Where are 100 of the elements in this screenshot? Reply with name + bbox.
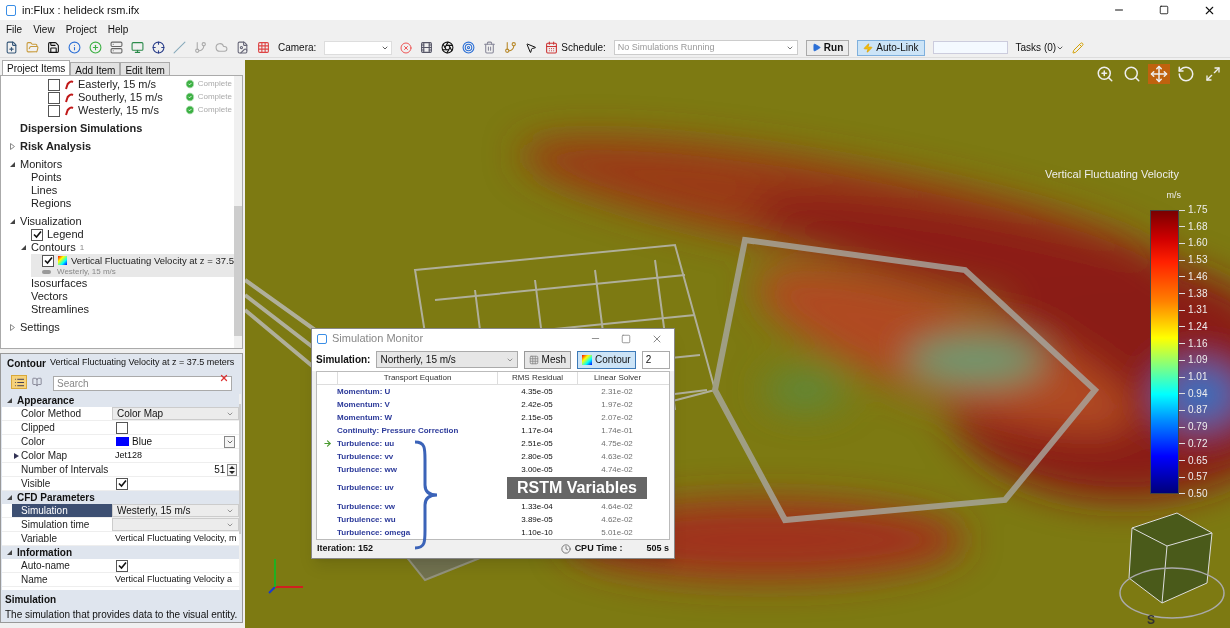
delete-icon[interactable] xyxy=(400,41,413,54)
checkbox[interactable] xyxy=(48,104,60,117)
calendar-icon[interactable] xyxy=(545,41,559,54)
column-header[interactable]: RMS Residual xyxy=(497,372,577,385)
count-field[interactable]: 2 xyxy=(641,350,670,369)
property-name-cell[interactable]: Variable xyxy=(12,532,112,545)
property-name-cell[interactable]: Color Method xyxy=(12,407,112,420)
scale-tick-label: 1.38 xyxy=(1188,287,1208,300)
scale-tick xyxy=(1179,293,1185,294)
mesh-toggle[interactable]: Mesh xyxy=(523,350,572,369)
tree-item-label[interactable]: Lines xyxy=(31,184,58,197)
target-icon[interactable] xyxy=(462,41,476,54)
line-icon[interactable] xyxy=(173,41,186,54)
scale-tick-label: 0.50 xyxy=(1188,487,1208,500)
menu-item[interactable]: File xyxy=(6,21,23,37)
panel-tab[interactable]: Edit Item xyxy=(120,62,170,75)
tree-item-label[interactable]: Streamlines xyxy=(31,303,90,316)
trash-icon[interactable] xyxy=(483,41,497,54)
expanded-icon[interactable] xyxy=(6,397,13,404)
folder-icon[interactable] xyxy=(26,41,39,54)
tree-row[interactable]: Vertical Fluctuating Velocity at z = 37.5 Westerly, 15 m/s xyxy=(31,254,234,277)
tree-item-label[interactable]: Settings xyxy=(20,321,60,334)
checkbox[interactable] xyxy=(116,477,128,490)
expanded-icon[interactable] xyxy=(9,218,16,225)
grid-icon[interactable] xyxy=(257,41,270,54)
panel-tab[interactable]: Project Items xyxy=(2,60,71,75)
run-button[interactable]: Run xyxy=(805,39,850,56)
spin-value[interactable]: 51 xyxy=(214,462,226,477)
property-name-cell[interactable]: Number of Intervals xyxy=(12,463,112,476)
property-name-cell[interactable]: Color xyxy=(12,435,112,448)
spin-arrows-icon xyxy=(229,464,236,475)
tree-item-label[interactable]: Legend xyxy=(47,228,84,241)
tasks-menu[interactable]: Tasks (0) xyxy=(1015,40,1065,55)
aperture-icon[interactable] xyxy=(441,41,455,54)
clear-icon[interactable] xyxy=(219,373,229,383)
pointer-icon[interactable] xyxy=(525,41,538,54)
tree-item-label[interactable]: Vertical Fluctuating Velocity at z = 37.5 xyxy=(71,254,234,267)
property-name-cell[interactable]: Name xyxy=(12,573,112,586)
auto-link-button[interactable]: Auto-Link xyxy=(857,39,925,56)
spin-buttons[interactable] xyxy=(227,463,238,476)
tree-item-label[interactable]: Regions xyxy=(31,197,72,210)
add-icon[interactable] xyxy=(89,41,102,54)
tree-item-label[interactable]: Risk Analysis xyxy=(20,140,92,153)
search-field[interactable]: Search xyxy=(53,376,232,391)
menu-item[interactable]: Project xyxy=(65,21,97,37)
tree-item-label[interactable]: Points xyxy=(31,171,62,184)
dropdown[interactable]: Westerly, 15 m/s xyxy=(112,504,240,517)
dropdown[interactable]: Color Map xyxy=(112,407,240,420)
info-icon[interactable] xyxy=(68,41,81,54)
expanded-icon[interactable] xyxy=(6,494,13,501)
expanded-icon[interactable] xyxy=(6,549,13,556)
scrollbar[interactable] xyxy=(233,76,242,348)
property-name-cell[interactable]: Auto-name xyxy=(12,559,112,572)
checkbox[interactable] xyxy=(48,78,60,91)
property-name-cell[interactable]: Clipped xyxy=(12,421,112,434)
window-title: Simulation Monitor xyxy=(332,331,424,347)
tree-item-label[interactable]: Vectors xyxy=(31,290,68,303)
expanded-icon[interactable] xyxy=(20,244,27,251)
checkbox[interactable] xyxy=(116,559,128,572)
scrollbar[interactable] xyxy=(239,394,241,590)
simulation-dropdown[interactable]: Northerly, 15 m/s xyxy=(376,351,518,369)
crosshair-icon[interactable] xyxy=(152,41,165,54)
image-file-icon[interactable] xyxy=(236,41,249,54)
property-name-cell[interactable]: Simulation xyxy=(12,504,112,517)
menu-item[interactable]: Help xyxy=(107,21,129,37)
alphabetical-view-button[interactable] xyxy=(30,375,44,389)
property-name-cell[interactable]: Simulation time xyxy=(12,518,112,531)
column-header[interactable]: Transport Equation xyxy=(337,372,497,385)
branch-icon[interactable] xyxy=(194,41,207,54)
tree-item-label[interactable]: Isosurfaces xyxy=(31,277,88,290)
tree-item-label[interactable]: Visualization xyxy=(20,215,82,228)
property-name-cell[interactable]: Color Map xyxy=(12,449,112,462)
tree-item-label[interactable]: Westerly, 15 m/s xyxy=(78,104,159,117)
dropdown-toggle[interactable] xyxy=(224,435,236,448)
checkbox[interactable] xyxy=(116,421,128,434)
property-name-cell[interactable]: Visible xyxy=(12,477,112,490)
cloud-icon[interactable] xyxy=(215,41,228,54)
checkbox[interactable] xyxy=(31,228,43,241)
film-icon[interactable] xyxy=(420,41,434,54)
expanded-icon[interactable] xyxy=(9,161,16,168)
tree-item-label[interactable]: Contours xyxy=(31,241,76,254)
tree-item-label[interactable]: Monitors xyxy=(20,158,63,171)
monitor-icon[interactable] xyxy=(131,41,144,54)
panel-tab[interactable]: Add Item xyxy=(70,62,121,75)
menu-item[interactable]: View xyxy=(33,21,55,37)
save-icon[interactable] xyxy=(47,41,60,54)
new-file-icon[interactable] xyxy=(5,41,18,54)
scale-tick-label: 1.75 xyxy=(1188,204,1208,216)
maximize-icon[interactable] xyxy=(1159,5,1169,15)
tree-item-label[interactable]: Dispersion Simulations xyxy=(20,122,143,135)
server-icon[interactable] xyxy=(110,41,123,54)
column-header[interactable]: Linear Solver xyxy=(577,372,657,385)
contour-toggle[interactable]: Contour xyxy=(577,350,636,369)
checkbox[interactable] xyxy=(42,254,54,267)
collapsed-icon[interactable] xyxy=(14,452,19,459)
checkbox[interactable] xyxy=(48,91,60,104)
pencil-icon[interactable] xyxy=(1072,41,1085,54)
categorized-view-button[interactable] xyxy=(11,375,27,389)
tree-item-label[interactable]: Easterly, 15 m/s xyxy=(78,78,157,91)
tree-item-label[interactable]: Southerly, 15 m/s xyxy=(78,91,163,104)
